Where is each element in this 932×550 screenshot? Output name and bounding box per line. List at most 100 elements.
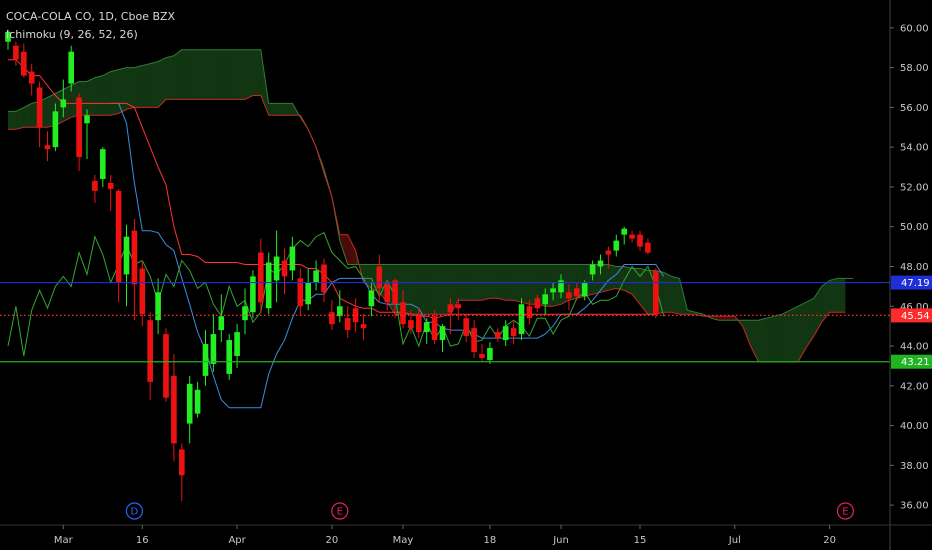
- candle-body: [447, 304, 454, 313]
- price-tick-label: 38.00: [900, 461, 929, 472]
- candle-body: [502, 326, 509, 341]
- time-tick-label: Jul: [728, 535, 741, 546]
- cloud-segment: [166, 55, 174, 100]
- price-axis[interactable]: 36.0038.0040.0042.0044.0046.0048.0050.00…: [889, 0, 929, 550]
- indicator-title[interactable]: Ichimoku (9, 26, 52, 26): [6, 26, 175, 44]
- cloud-segment: [102, 71, 111, 116]
- candle-body: [392, 280, 398, 305]
- time-axis[interactable]: Mar 16 Apr 20 May 18 Jun 15 Jul 20: [0, 524, 932, 546]
- candle-body: [376, 266, 383, 289]
- cloud-segment: [189, 49, 198, 100]
- cloud-segment: [521, 264, 530, 305]
- candle-body: [321, 264, 327, 293]
- candle-body: [289, 246, 296, 271]
- candle-body: [131, 230, 138, 285]
- candle-body: [495, 332, 501, 339]
- candle-body: [84, 115, 90, 124]
- candle-body: [439, 326, 446, 341]
- cloud-segment: [805, 298, 814, 348]
- price-tick-label: 42.00: [900, 381, 929, 392]
- candle-body: [360, 324, 367, 329]
- cloud-segment: [663, 272, 672, 313]
- candle-body: [471, 328, 477, 352]
- candle-body: [613, 240, 620, 251]
- candle-body: [368, 290, 375, 307]
- cloud-segment: [766, 316, 775, 362]
- event-markers[interactable]: DEE: [125, 502, 855, 520]
- cloud-segment: [837, 278, 846, 313]
- price-tick-label: 36.00: [900, 501, 929, 512]
- candle-body: [344, 318, 351, 331]
- cloud-segment: [758, 318, 767, 362]
- candle-body: [534, 298, 541, 309]
- price-tag-label: 47.19: [901, 278, 930, 289]
- cloud-segment: [347, 234, 356, 265]
- price-tick-label: 52.00: [900, 182, 929, 193]
- time-tick-label: 20: [823, 535, 836, 546]
- candle-body: [589, 264, 596, 275]
- price-tick-label: 40.00: [900, 421, 929, 432]
- cloud-segment: [798, 302, 806, 362]
- cloud-segment: [624, 266, 633, 295]
- candle-body: [234, 332, 240, 356]
- candle-body: [313, 270, 319, 283]
- candle-body: [400, 302, 406, 325]
- candle-body: [100, 149, 106, 179]
- candle-body: [510, 328, 517, 337]
- candle-body: [258, 252, 264, 303]
- candle-body: [273, 256, 280, 281]
- cloud-segment: [94, 75, 103, 116]
- candle-body: [605, 250, 612, 255]
- cloud-segment: [782, 310, 791, 362]
- candle-body: [92, 180, 98, 191]
- cloud-segment: [173, 49, 182, 100]
- candle-body: [13, 45, 19, 60]
- candle-body: [107, 182, 114, 189]
- cloud-segment: [197, 49, 206, 100]
- cloud-segment: [284, 103, 293, 116]
- candle-body: [581, 282, 588, 297]
- cloud-segment: [774, 314, 783, 362]
- candle-body: [218, 316, 225, 331]
- candle-body: [202, 344, 209, 376]
- cloud-segment: [229, 49, 238, 100]
- symbol-title[interactable]: COCA-COLA CO, 1D, Cboe BZX: [6, 8, 175, 26]
- cloud-segment: [726, 316, 735, 321]
- time-tick-label: 20: [326, 535, 339, 546]
- candle-body: [542, 294, 548, 305]
- candle-body: [408, 320, 414, 329]
- candle-body: [52, 111, 59, 148]
- candle-body: [123, 236, 130, 275]
- candle-body: [629, 234, 635, 239]
- price-chart[interactable]: 36.0038.0040.0042.0044.0046.0048.0050.00…: [0, 0, 932, 550]
- candle-body: [139, 268, 146, 315]
- candle-body: [60, 99, 67, 108]
- candle-body: [21, 51, 27, 76]
- candle-body: [416, 314, 422, 333]
- chart-legend: COCA-COLA CO, 1D, Cboe BZX Ichimoku (9, …: [6, 8, 175, 44]
- price-tick-label: 56.00: [900, 103, 929, 114]
- cloud-segment: [418, 264, 427, 315]
- candle-body: [68, 51, 74, 84]
- cloud-segment: [268, 103, 277, 116]
- time-tick-label: Jun: [552, 535, 569, 546]
- cloud-segment: [8, 111, 16, 130]
- candle-body: [337, 306, 343, 317]
- cloud-segment: [719, 316, 727, 321]
- candle-body: [194, 389, 201, 414]
- candle-body: [637, 234, 643, 247]
- time-tick-label: 15: [634, 535, 647, 546]
- cloud-segment: [434, 264, 443, 315]
- price-tick-label: 48.00: [900, 262, 929, 273]
- candle-body: [423, 322, 430, 333]
- cloud-segment: [142, 63, 151, 108]
- candle-body: [487, 348, 493, 360]
- cloud-segment: [213, 49, 222, 100]
- time-tick-label: Apr: [228, 535, 246, 546]
- candle-body: [179, 449, 185, 476]
- candle-body: [171, 375, 177, 444]
- candle-body: [329, 312, 335, 325]
- candle-body: [455, 304, 462, 309]
- candle-body: [210, 334, 217, 364]
- cloud-segment: [181, 49, 190, 100]
